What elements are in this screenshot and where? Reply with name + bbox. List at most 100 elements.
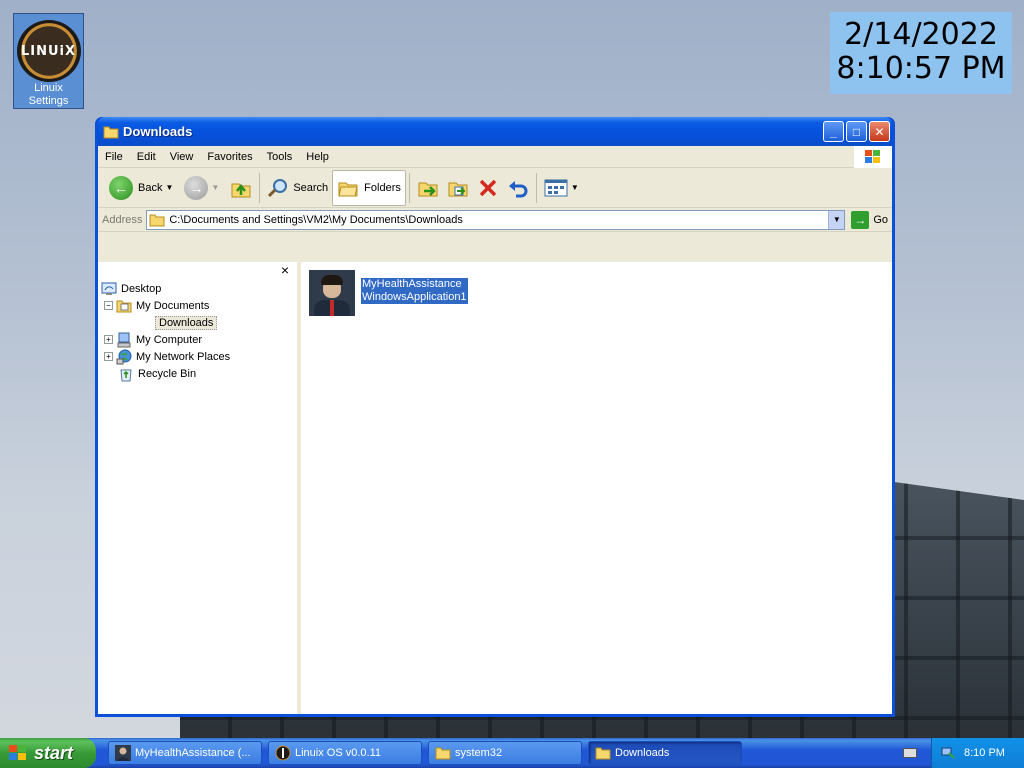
window-client: File Edit View Favorites Tools Help ← Ba… (98, 145, 892, 714)
go-arrow-icon: → (851, 210, 870, 229)
undo-button[interactable] (503, 170, 533, 206)
logo-text: LINUiX (20, 43, 77, 59)
explorer-window: Downloads _ □ ✕ File Edit View Favorites… (95, 117, 895, 717)
views-dropdown-icon: ▼ (570, 183, 579, 192)
tree-item-my-computer[interactable]: + My Computer (98, 331, 297, 348)
task-label: Downloads (615, 747, 670, 759)
menu-bar: File Edit View Favorites Tools Help (98, 145, 892, 168)
menu-view[interactable]: View (163, 151, 201, 163)
tree-item-downloads[interactable]: Downloads (98, 314, 297, 331)
undo-icon (508, 180, 528, 197)
tree-label: My Computer (136, 333, 203, 346)
content-panes: × Desktop − My Documents Downloads + My … (98, 262, 892, 714)
clock-widget: 2/14/2022 8:10:57 PM (830, 12, 1012, 94)
forward-dropdown-icon[interactable]: ▼ (211, 183, 219, 192)
close-icon: × (280, 262, 289, 278)
desktop-icon-label: Linuix Settings (28, 82, 69, 107)
go-label: Go (873, 213, 888, 226)
maximize-icon: □ (852, 124, 861, 139)
menu-edit[interactable]: Edit (130, 151, 163, 163)
copy-to-icon (448, 182, 468, 196)
menu-help[interactable]: Help (299, 151, 336, 163)
back-button[interactable]: ← Back ▼ (105, 170, 180, 206)
expand-icon[interactable]: + (104, 335, 113, 344)
maximize-button[interactable]: □ (846, 121, 867, 142)
start-button[interactable]: start (0, 738, 96, 768)
my-documents-icon (116, 300, 132, 312)
toolbar-separator (259, 172, 261, 203)
window-title: Downloads (123, 124, 193, 139)
close-button[interactable]: ✕ (869, 121, 890, 142)
address-input[interactable]: C:\Documents and Settings\VM2\My Documen… (146, 209, 846, 230)
my-computer-icon (117, 332, 131, 347)
network-icon[interactable] (940, 745, 956, 761)
search-label: Search (293, 181, 329, 194)
folders-button[interactable]: Folders (332, 169, 406, 206)
file-list-pane: MyHealthAssistance WindowsApplication1 (301, 262, 892, 714)
linuix-logo-icon (275, 745, 291, 761)
keyboard-icon[interactable] (903, 748, 917, 758)
tray-clock[interactable]: 8:10 PM (964, 747, 1005, 759)
forward-arrow-icon: → (184, 175, 209, 200)
clock-date: 2/14/2022 (844, 17, 998, 52)
folders-icon (338, 182, 358, 196)
up-folder-icon (231, 183, 251, 197)
system-tray: 8:10 PM (931, 738, 1024, 768)
go-button[interactable]: → Go (851, 210, 888, 229)
collapse-icon[interactable]: − (104, 301, 113, 310)
search-icon (268, 178, 288, 197)
copy-to-button[interactable] (443, 170, 473, 206)
address-bar: Address C:\Documents and Settings\VM2\My… (98, 208, 892, 232)
taskbar-item-linuix-os[interactable]: Linuix OS v0.0.11 (268, 741, 422, 765)
windows-flag-icon (854, 145, 892, 168)
tree-item-desktop[interactable]: Desktop (98, 280, 297, 297)
menu-file[interactable]: File (98, 151, 130, 163)
windows-flag-icon (9, 745, 26, 760)
file-item[interactable]: MyHealthAssistance WindowsApplication1 (309, 270, 468, 316)
up-folder-button[interactable] (226, 170, 256, 206)
network-places-icon (116, 349, 132, 364)
back-dropdown-icon[interactable]: ▼ (165, 183, 173, 192)
taskbar-item-myhealthassistance[interactable]: MyHealthAssistance (... (108, 741, 262, 765)
application-person-icon (309, 270, 355, 316)
tree-item-recycle-bin[interactable]: Recycle Bin (98, 365, 297, 382)
taskbar-item-system32[interactable]: system32 (428, 741, 582, 765)
menu-tools[interactable]: Tools (260, 151, 300, 163)
minimize-icon: _ (830, 124, 837, 139)
address-dropdown-icon[interactable]: ▼ (828, 210, 845, 229)
tree-item-my-documents[interactable]: − My Documents (98, 297, 297, 314)
tree-item-my-network-places[interactable]: + My Network Places (98, 348, 297, 365)
menu-favorites[interactable]: Favorites (200, 151, 259, 163)
person-icon (115, 745, 131, 761)
desktop-icon-linuix-settings[interactable]: LINUiX Linuix Settings (13, 13, 84, 109)
toolbar: ← Back ▼ → ▼ Search Folders ▼ (98, 168, 892, 208)
back-arrow-icon: ← (109, 175, 133, 200)
tree-label: Recycle Bin (138, 367, 197, 380)
close-icon: ✕ (874, 124, 885, 139)
folders-pane-close-button[interactable]: × (98, 262, 297, 280)
file-name-line-1: MyHealthAssistance (361, 278, 468, 291)
title-bar[interactable]: Downloads _ □ ✕ (98, 117, 892, 146)
task-label: MyHealthAssistance (... (135, 747, 251, 759)
file-name: MyHealthAssistance WindowsApplication1 (361, 278, 468, 304)
search-button[interactable]: Search (263, 170, 332, 206)
linuix-logo-icon: LINUiX (16, 20, 81, 82)
toolbar-separator (535, 172, 537, 203)
folder-icon (149, 214, 165, 226)
clock-time: 8:10:57 PM (836, 51, 1006, 86)
delete-button[interactable] (473, 170, 503, 206)
minimize-button[interactable]: _ (823, 121, 844, 142)
tree-label-selected: Downloads (155, 315, 218, 330)
expand-icon[interactable]: + (104, 352, 113, 361)
back-label: Back (138, 181, 163, 194)
forward-button[interactable]: → ▼ (180, 170, 226, 206)
recycle-bin-icon (120, 369, 132, 381)
task-label: system32 (455, 747, 503, 759)
taskbar-item-downloads[interactable]: Downloads (588, 741, 742, 765)
address-label: Address (102, 213, 143, 226)
tree-label: My Network Places (136, 350, 231, 363)
folder-icon (435, 747, 451, 760)
taskbar: start MyHealthAssistance (... Linuix OS … (0, 738, 1024, 768)
views-button[interactable]: ▼ (540, 170, 586, 206)
move-to-button[interactable] (413, 170, 443, 206)
